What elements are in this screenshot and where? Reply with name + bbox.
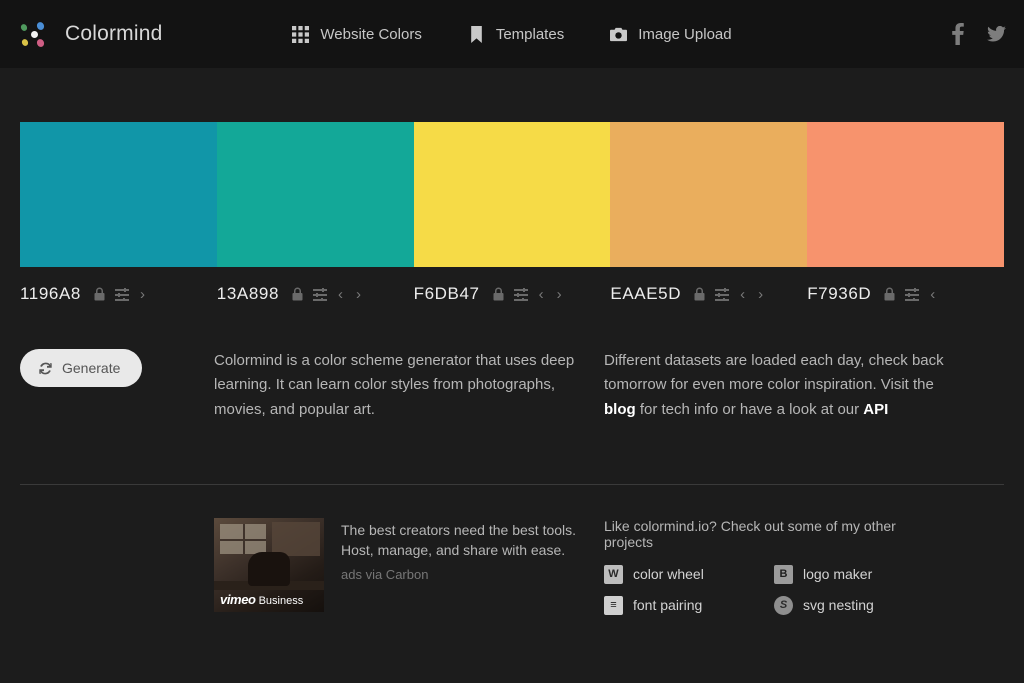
bookmark-icon [471,25,482,43]
nav-item-image-upload[interactable]: Image Upload [610,25,732,43]
about-text-part1: Different datasets are loaded each day, … [604,352,944,394]
nav-label-templates: Templates [495,25,565,43]
next-color-1[interactable]: › [138,287,147,302]
projects-grid: W color wheel B logo maker ≡ font pairin… [604,564,944,615]
prev-color-2[interactable]: ‹ [336,287,345,302]
next-color-4[interactable]: › [756,287,765,302]
font-pairing-icon: ≡ [604,595,623,615]
swatch-controls-1: 1196A8 › [20,283,217,305]
ad-copy: The best creators need the best tools. H… [341,518,604,615]
color-swatch-3[interactable] [413,122,611,267]
ad-window-decor [220,523,266,554]
sliders-icon[interactable] [715,287,730,301]
carbon-ad: vimeo Business The best creators need th… [214,517,604,615]
color-wheel-icon: W [604,564,623,584]
facebook-icon[interactable] [952,23,964,45]
generate-button[interactable]: Generate [20,349,143,387]
about-text-part2: for tech info or have a look at our [635,400,864,418]
other-projects: Like colormind.io? Check out some of my … [604,518,944,615]
generate-label: Generate [62,360,121,376]
ad-image[interactable]: vimeo Business [214,517,324,612]
brand[interactable]: Colormind [18,17,163,51]
prev-color-5[interactable]: ‹ [928,287,937,302]
project-link-color-wheel[interactable]: W color wheel [604,564,774,584]
camera-icon [610,27,628,41]
lock-icon[interactable] [93,287,106,301]
site-header: Colormind Website Colors Templates Image… [0,0,1024,68]
swatch-controls-3: F6DB47 ‹ › [414,283,611,305]
brand-name: Colormind [65,22,163,45]
palette-section: 1196A8 › 13A898 ‹ › F6DB47 ‹ › EAAE5D ‹ … [0,68,1024,305]
nav-label-website-colors: Website Colors [320,25,422,43]
prev-color-3[interactable]: ‹ [537,287,546,302]
blog-link[interactable]: blog [604,401,636,418]
project-link-font-pairing[interactable]: ≡ font pairing [604,595,774,615]
sliders-icon[interactable] [313,287,328,301]
lock-icon[interactable] [883,287,896,301]
nav-item-website-colors[interactable]: Website Colors [292,25,422,43]
ad-brand-italic: vimeo [220,591,256,607]
ad-via-carbon[interactable]: ads via Carbon [341,567,604,582]
project-link-logo-maker[interactable]: B logo maker [774,564,944,584]
grid-icon [292,25,310,43]
color-swatch-4[interactable] [610,122,808,267]
swatch-controls-5: F7936D ‹ [807,283,1004,305]
ad-text[interactable]: The best creators need the best tools. H… [341,520,604,561]
next-color-2[interactable]: › [354,287,363,302]
about-paragraph-2: Different datasets are loaded each day, … [604,349,944,422]
next-color-3[interactable]: › [555,287,564,302]
colormind-dots-logo [18,17,52,51]
ad-shelf-decor [272,521,320,556]
color-swatch-1[interactable] [20,122,217,267]
lock-icon[interactable] [291,287,304,301]
twitter-icon[interactable] [987,26,1006,42]
api-link[interactable]: API [863,401,888,418]
refresh-icon [39,362,52,374]
info-row: Generate Colormind is a color scheme gen… [0,305,1024,422]
hex-value-3[interactable]: F6DB47 [414,284,480,304]
prev-color-4[interactable]: ‹ [738,287,747,302]
project-label-font-pairing: font pairing [633,597,703,614]
color-swatch-5[interactable] [807,122,1004,267]
footer-row: vimeo Business The best creators need th… [0,485,1024,615]
about-paragraph-1: Colormind is a color scheme generator th… [214,352,575,418]
hex-value-2[interactable]: 13A898 [217,284,279,304]
logo-maker-icon: B [774,564,793,584]
nav-label-image-upload: Image Upload [638,25,732,43]
color-palette [20,122,1004,267]
hex-value-5[interactable]: F7936D [807,284,871,304]
swatch-labels: 1196A8 › 13A898 ‹ › F6DB47 ‹ › EAAE5D ‹ … [20,283,1004,305]
ad-brand-rest: Business [258,594,304,607]
footer-spacer [20,518,214,615]
ad-person-decor [248,551,290,586]
social-links [952,0,1006,68]
swatch-controls-4: EAAE5D ‹ › [610,283,807,305]
sliders-icon[interactable] [513,287,528,301]
nav-item-templates[interactable]: Templates [468,25,565,43]
project-label-color-wheel: color wheel [633,566,704,583]
lock-icon[interactable] [492,287,505,301]
svg-nesting-icon: S [774,595,793,615]
project-label-svg-nesting: svg nesting [803,597,874,614]
generate-column: Generate [20,349,214,422]
hex-value-1[interactable]: 1196A8 [20,284,81,304]
lock-icon[interactable] [693,287,706,301]
ad-brand-logo: vimeo Business [214,587,324,612]
color-swatch-2[interactable] [216,122,414,267]
project-link-svg-nesting[interactable]: S svg nesting [774,595,944,615]
hex-value-4[interactable]: EAAE5D [610,284,681,304]
projects-heading: Like colormind.io? Check out some of my … [604,517,896,550]
sliders-icon[interactable] [905,287,920,301]
swatch-controls-2: 13A898 ‹ › [217,283,414,305]
project-label-logo-maker: logo maker [803,566,873,583]
sliders-icon[interactable] [114,287,129,301]
